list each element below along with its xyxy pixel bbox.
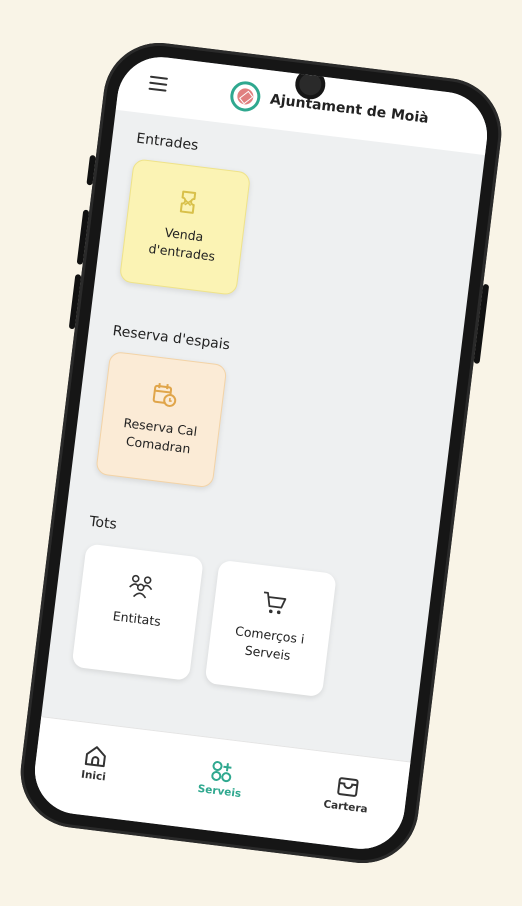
comercos-serveis-label: Comerços i Serveis	[234, 623, 306, 664]
nav-serveis-label: Serveis	[197, 782, 242, 801]
wallet-icon	[337, 777, 359, 797]
calendar-clock-icon	[152, 383, 177, 407]
section-title-tots: Tots	[88, 513, 118, 533]
shopping-cart-icon	[263, 591, 287, 615]
nav-cartera[interactable]: Cartera	[300, 770, 394, 819]
reserve-cal-comadran-card[interactable]: Reserva Cal Comadran	[95, 350, 228, 489]
nav-inici-label: Inici	[80, 768, 107, 784]
section-title-entrades: Entrades	[135, 130, 200, 155]
bottom-navigation: Inici Serveis Cartera	[29, 716, 411, 854]
ticket-sales-card[interactable]: Venda d'entrades	[118, 158, 252, 296]
home-icon	[84, 746, 106, 768]
nav-inici[interactable]: Inici	[48, 739, 142, 788]
town-crest-icon	[228, 79, 263, 114]
hamburger-menu-icon[interactable]	[148, 75, 169, 92]
app-screen: Ajuntament de Moià Entrades Venda d'entr…	[29, 52, 493, 854]
ticket-icon	[179, 190, 197, 214]
entitats-label: Entitats	[112, 608, 162, 629]
services-grid-icon	[211, 761, 232, 783]
phone-device: Ajuntament de Moià Entrades Venda d'entr…	[14, 36, 508, 870]
comercos-serveis-card[interactable]: Comerços i Serveis	[204, 559, 337, 698]
people-group-icon	[129, 574, 153, 599]
nav-cartera-label: Cartera	[322, 798, 369, 816]
entitats-card[interactable]: Entitats	[71, 543, 204, 681]
reserve-cal-comadran-label: Reserva Cal Comadran	[122, 415, 199, 457]
app-title: Ajuntament de Moià	[269, 91, 430, 127]
nav-serveis[interactable]: Serveis	[174, 754, 268, 803]
ticket-sales-label: Venda d'entrades	[147, 224, 216, 264]
section-title-reserva: Reserva d'espais	[111, 323, 231, 354]
